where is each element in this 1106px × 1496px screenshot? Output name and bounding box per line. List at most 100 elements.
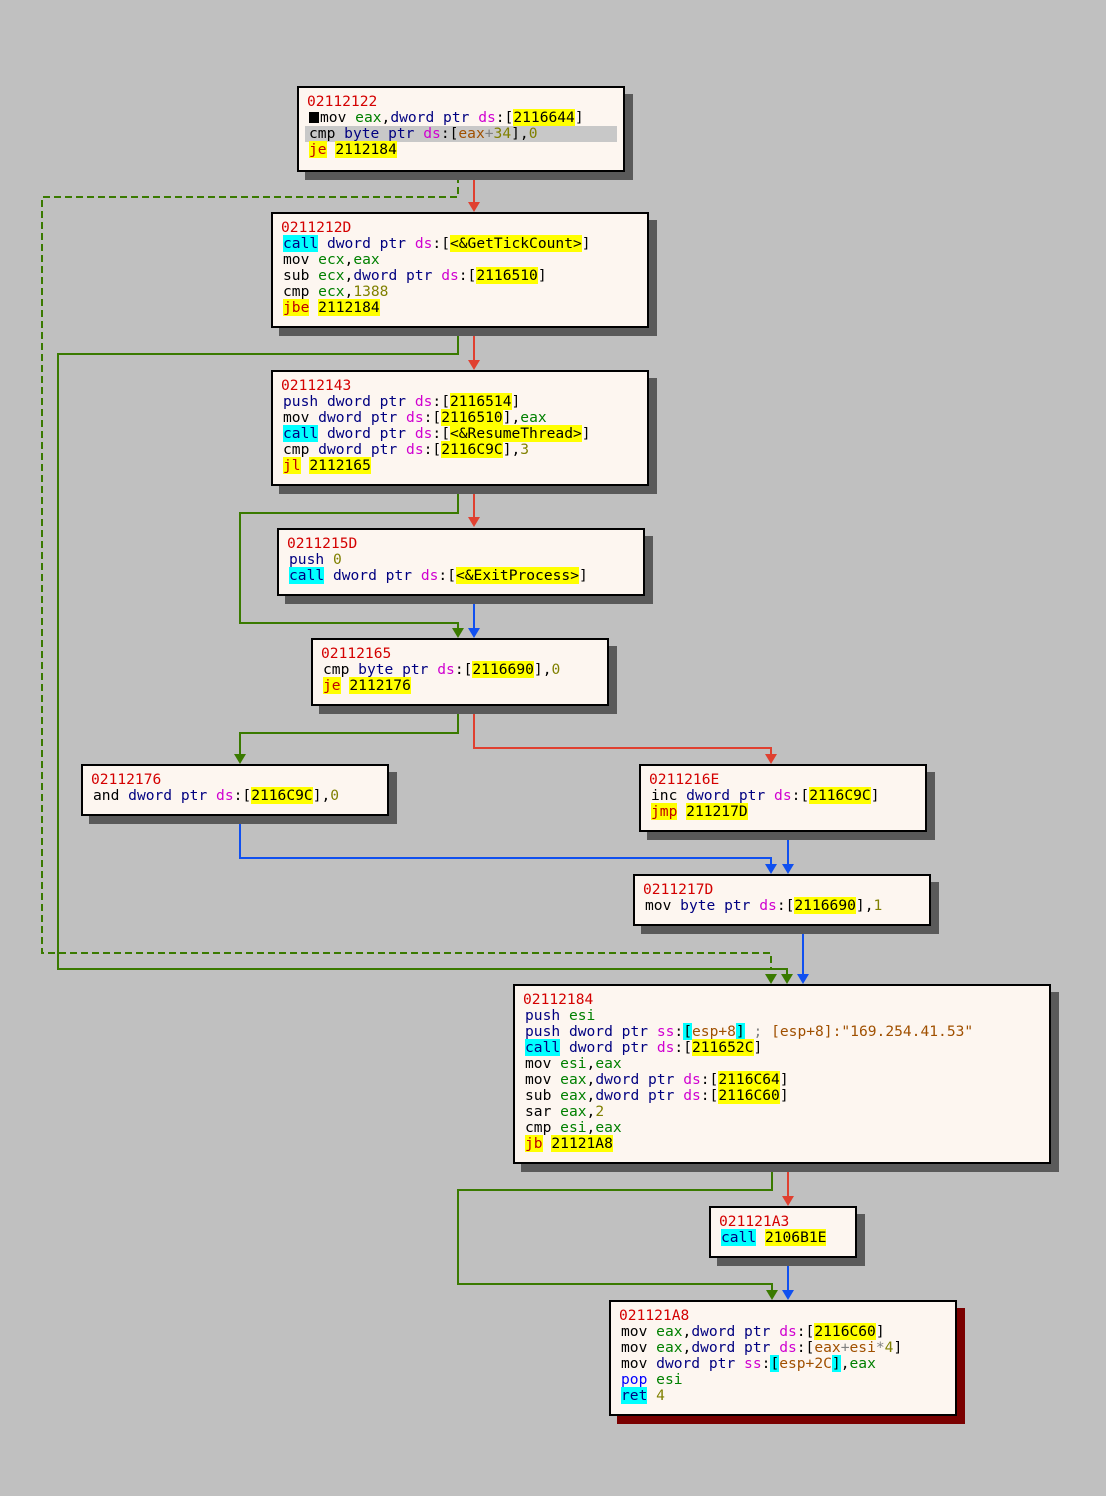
instruction-line[interactable]: call dword ptr ds:[211652C] <box>523 1039 1041 1056</box>
instruction-token: call <box>283 425 319 442</box>
instruction-token: ; <box>744 1023 772 1040</box>
block-address[interactable]: 02112143 <box>281 378 639 394</box>
instruction-line-selected[interactable]: cmp byte ptr ds:[eax+34],0 <box>305 126 617 142</box>
basic-block-0211215D[interactable]: 0211215D push 0 call dword ptr ds:[<&ExitP… <box>277 528 645 596</box>
instruction-token: :[ <box>432 235 450 252</box>
basic-block-0211216E[interactable]: 0211216E inc dword ptr ds:[2116C9C] jmp 21… <box>639 764 927 832</box>
arrow-b1 <box>468 202 480 212</box>
basic-block-02112165[interactable]: 02112165 cmp byte ptr ds:[2116690],0 je 21… <box>311 638 609 706</box>
instruction-token: mov <box>525 1071 561 1088</box>
instruction-line[interactable]: call dword ptr ds:[<&ExitProcess>] <box>287 567 635 584</box>
instruction-line[interactable]: pop esi <box>619 1372 947 1388</box>
instruction-line[interactable]: call dword ptr ds:[<&ResumeThread>] <box>281 425 639 442</box>
instruction-token: 2 <box>595 1103 605 1120</box>
instruction-token: 34 <box>493 125 512 142</box>
basic-block-02112143[interactable]: 02112143 push dword ptr ds:[2116514] mov d… <box>271 370 649 486</box>
instruction-line[interactable]: je 2112176 <box>321 677 599 694</box>
instruction-token: byte ptr <box>680 897 760 914</box>
instruction-token: ] <box>537 267 547 284</box>
basic-block-0211217D[interactable]: 0211217D mov byte ptr ds:[2116690],1 <box>633 874 931 926</box>
instruction-token: 2112184 <box>318 299 380 316</box>
instruction-line[interactable]: call dword ptr ds:[<&GetTickCount>] <box>281 235 639 252</box>
instruction-token: , <box>682 1339 692 1356</box>
instruction-line[interactable]: sub ecx,dword ptr ds:[2116510] <box>281 267 639 284</box>
instruction-token: ds <box>779 1339 797 1356</box>
instruction-line[interactable]: mov esi,eax <box>523 1056 1041 1072</box>
instruction-line[interactable]: jb 21121A8 <box>523 1135 1041 1152</box>
instruction-line[interactable]: inc dword ptr ds:[2116C9C] <box>649 787 917 804</box>
instruction-token: push <box>283 393 319 410</box>
block-address[interactable]: 0211215D <box>287 536 635 552</box>
instruction-token: mov <box>283 409 319 426</box>
instruction-token: 0 <box>528 125 538 142</box>
basic-block-0211212D[interactable]: 0211212D call dword ptr ds:[<&GetTickCoun… <box>271 212 649 328</box>
instruction-token: mov <box>525 1055 561 1072</box>
block-address[interactable]: 02112165 <box>321 646 599 662</box>
instruction-token: esi <box>849 1339 876 1356</box>
instruction-token <box>324 567 333 584</box>
basic-block-021121A8[interactable]: 021121A8 mov eax,dword ptr ds:[2116C60] mo… <box>609 1300 957 1416</box>
instruction-token: ecx <box>318 251 345 268</box>
block-address[interactable]: 02112184 <box>523 992 1041 1008</box>
block-address[interactable]: 0211217D <box>643 882 921 898</box>
instruction-token: dword ptr <box>128 787 217 804</box>
instruction-token: eax <box>656 1339 683 1356</box>
instruction-token: eax <box>520 409 547 426</box>
basic-block-02112184[interactable]: 02112184 push esi push dword ptr ss:[esp+8… <box>513 984 1051 1164</box>
instruction-line[interactable]: mov eax,dword ptr ds:[2116C60] <box>619 1323 947 1340</box>
arrow-b10-b <box>782 1290 794 1300</box>
instruction-line[interactable]: jl 2112165 <box>281 457 639 474</box>
instruction-line[interactable]: push esi <box>523 1008 1041 1024</box>
block-address[interactable]: 02112122 <box>307 94 615 110</box>
instruction-line[interactable]: push dword ptr ss:[esp+8] ; [esp+8]:"169… <box>523 1023 1041 1040</box>
instruction-token: ds <box>779 1323 797 1340</box>
instruction-token: :[ <box>423 441 442 458</box>
instruction-line[interactable]: cmp byte ptr ds:[2116690],0 <box>321 661 599 678</box>
instruction-line[interactable]: je 2112184 <box>307 141 615 158</box>
instruction-token: 1 <box>873 897 883 914</box>
instruction-line[interactable]: push 0 <box>287 552 635 568</box>
instruction-token: push <box>525 1007 561 1024</box>
instruction-line[interactable]: push dword ptr ds:[2116514] <box>281 393 639 410</box>
block-address[interactable]: 0211212D <box>281 220 639 236</box>
instruction-line[interactable]: ret 4 <box>619 1387 947 1404</box>
instruction-line[interactable]: mov eax,dword ptr ds:[2116644] <box>307 109 615 126</box>
instruction-token: sar <box>525 1103 561 1120</box>
arrow-b10-a <box>766 1290 778 1300</box>
instruction-token: 0 <box>332 551 342 568</box>
instruction-token: :[ <box>700 1087 719 1104</box>
instruction-token: call <box>289 567 325 584</box>
basic-block-02112122[interactable]: 02112122 mov eax,dword ptr ds:[2116644] cm… <box>297 86 625 172</box>
instruction-line[interactable]: mov dword ptr ss:[esp+2C],eax <box>619 1355 947 1372</box>
instruction-token: je <box>309 141 327 158</box>
basic-block-02112176[interactable]: 02112176 and dword ptr ds:[2116C9C],0 <box>81 764 389 816</box>
basic-block-021121A3[interactable]: 021121A3 call 2106B1E <box>709 1206 857 1258</box>
instruction-line[interactable]: jmp 211217D <box>649 803 917 820</box>
instruction-line[interactable]: cmp esi,eax <box>523 1120 1041 1136</box>
instruction-line[interactable]: mov eax,dword ptr ds:[eax+esi*4] <box>619 1340 947 1356</box>
instruction-token: 2106B1E <box>764 1229 827 1246</box>
instruction-token: je <box>323 677 341 694</box>
instruction-line[interactable]: and dword ptr ds:[2116C9C],0 <box>91 787 379 804</box>
instruction-line[interactable]: sar eax,2 <box>523 1104 1041 1120</box>
instruction-line[interactable]: sub eax,dword ptr ds:[2116C60] <box>523 1087 1041 1104</box>
instruction-line[interactable]: cmp ecx,1388 <box>281 284 639 300</box>
instruction-line[interactable]: mov byte ptr ds:[2116690],1 <box>643 897 921 914</box>
block-address[interactable]: 02112176 <box>91 772 379 788</box>
arrow-b3 <box>468 517 480 527</box>
instruction-token: 211217D <box>686 803 748 820</box>
instruction-token: dword ptr <box>332 567 421 584</box>
instruction-token: [ <box>770 1355 780 1372</box>
instruction-token: ds <box>759 897 777 914</box>
instruction-line[interactable]: mov eax,dword ptr ds:[2116C64] <box>523 1071 1041 1088</box>
block-address[interactable]: 021121A8 <box>619 1308 947 1324</box>
instruction-line[interactable]: jbe 2112184 <box>281 299 639 316</box>
block-address[interactable]: 0211216E <box>649 772 917 788</box>
instruction-token: :[ <box>432 393 450 410</box>
block-address[interactable]: 021121A3 <box>719 1214 847 1230</box>
instruction-line[interactable]: cmp dword ptr ds:[2116C9C],3 <box>281 441 639 458</box>
instruction-line[interactable]: mov dword ptr ds:[2116510],eax <box>281 409 639 426</box>
instruction-line[interactable]: call 2106B1E <box>719 1229 847 1246</box>
instruction-line[interactable]: mov ecx,eax <box>281 252 639 268</box>
instruction-token: :[ <box>233 787 252 804</box>
